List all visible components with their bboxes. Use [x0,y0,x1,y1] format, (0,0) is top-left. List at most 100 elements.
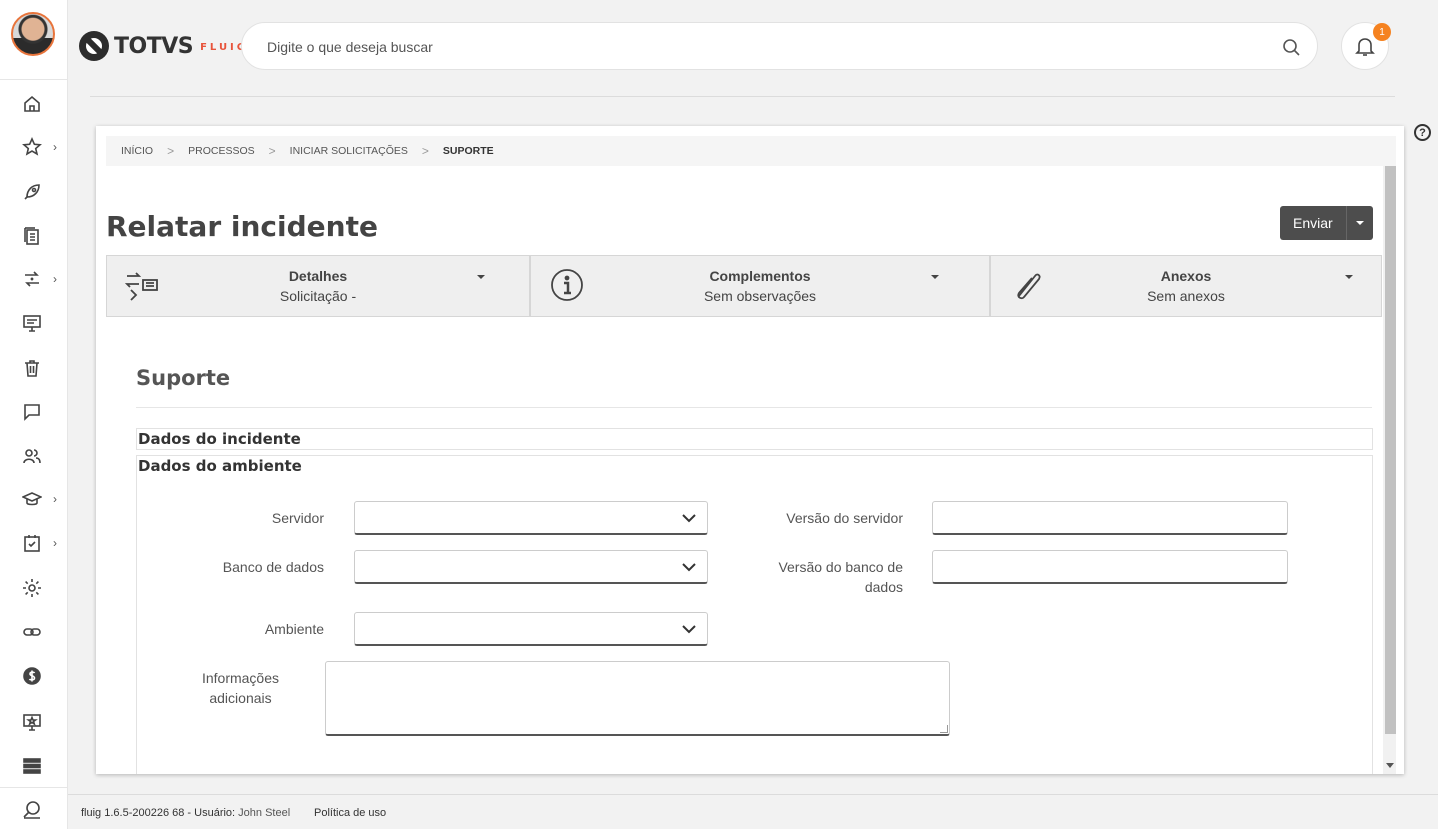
ambiente-label: Ambiente [264,621,324,637]
send-options-button[interactable] [1347,206,1373,240]
sidebar-item-workflow[interactable]: › [22,267,62,291]
form-title: Suporte [136,366,231,390]
sidebar-item-trash[interactable] [22,356,62,380]
sidebar-divider [0,787,68,788]
section-incident[interactable]: Dados do incidente [136,428,1373,450]
documents-icon [24,227,39,245]
breadcrumb-item-processos[interactable]: PROCESSOS [188,145,255,157]
monitor-icon [23,315,41,332]
versao-banco-label: Versão do banco de dados [732,557,903,597]
chevron-right-icon: › [53,536,57,550]
search-bottom-icon [23,801,40,819]
tab-title: Detalhes [288,268,348,284]
breadcrumb-item-iniciar[interactable]: INICIAR SOLICITAÇÕES [290,145,408,157]
sidebar-item-favorites[interactable]: › [22,135,62,159]
tab-subtitle: Sem observações [703,288,817,304]
chevron-right-icon: › [53,492,57,506]
screen-star-icon [23,714,41,731]
logo[interactable]: TOTVS FLUIG [79,31,248,61]
banco-dados-select[interactable] [354,550,708,584]
policy-link[interactable]: Política de uso [314,807,386,819]
link-icon [23,628,41,636]
sidebar-item-learning[interactable]: › [22,487,62,511]
send-button[interactable]: Enviar [1280,206,1347,240]
versao-servidor-field[interactable] [932,501,1288,535]
sidebar-item-finance[interactable] [22,664,62,688]
sidebar-item-settings[interactable] [22,576,62,600]
search-bar [241,22,1318,70]
avatar[interactable] [11,12,55,56]
breadcrumb-separator: > [421,144,429,158]
breadcrumb-separator: > [167,144,175,158]
sidebar-divider [0,79,68,80]
home-icon [24,95,40,112]
tab-detalhes[interactable]: Detalhes Solicitação - [106,255,530,317]
informacoes-label-line2: adicionais [209,690,272,706]
form-divider [136,407,1372,408]
tasks-icon [24,535,40,552]
versao-servidor-label: Versão do servidor [786,510,903,526]
sidebar-item-links[interactable] [22,620,62,644]
section-title: Dados do incidente [138,430,301,448]
sidebar-item-tasks[interactable]: › [22,531,62,555]
search-input[interactable] [267,36,1247,58]
footer: fluig 1.6.5-200226 68 - Usuário: John St… [68,794,1438,829]
trash-icon [25,360,39,377]
sidebar-item-screen[interactable] [22,710,62,734]
list-icon [23,758,41,774]
logo-text: TOTVS [114,33,194,59]
header-divider [90,96,1395,97]
notification-badge: 1 [1373,23,1391,41]
chevron-down-icon [682,625,696,634]
banco-dados-label: Banco de dados [222,559,324,575]
footer-user: John Steel [238,807,291,819]
chevron-down-icon [682,563,696,572]
dollar-icon [23,667,41,685]
versao-banco-label-line2: dados [864,579,903,595]
tab-title: Complementos [709,268,811,284]
sidebar-item-search[interactable] [22,798,62,822]
sidebar-item-rocket[interactable] [22,180,62,204]
rocket-icon [24,184,40,200]
process-tabs: Detalhes Solicitação - Complementos Sem … [106,255,1382,317]
servidor-select[interactable] [354,501,708,535]
informacoes-textarea[interactable] [325,661,950,736]
scroll-thumb[interactable] [1385,166,1396,734]
help-icon[interactable]: ? [1414,124,1431,141]
sidebar-item-chat[interactable] [22,400,62,424]
sidebar-item-list[interactable] [22,754,62,778]
gear-icon [23,579,41,597]
sidebar-item-monitor[interactable] [22,311,62,335]
notifications-button[interactable]: 1 [1341,22,1391,70]
bell-icon [1355,38,1375,56]
search-icon[interactable] [1281,37,1301,62]
sidebar-item-users[interactable] [22,444,62,468]
footer-version-text: fluig 1.6.5-200226 68 - Usuário: [81,807,236,819]
breadcrumb-item-inicio[interactable]: INÍCIO [121,145,153,157]
scroll-down-icon[interactable] [1386,763,1394,768]
sidebar-item-home[interactable] [22,92,62,116]
page-title: Relatar incidente [106,210,378,243]
footer-version: fluig 1.6.5-200226 68 - Usuário: John St… [81,807,290,819]
informacoes-label: Informações adicionais [186,668,295,708]
resize-handle[interactable] [940,725,948,733]
chevron-down-icon [682,514,696,523]
sidebar-item-documents[interactable] [22,224,62,248]
graduation-icon [22,492,42,506]
breadcrumb-current: SUPORTE [442,145,494,157]
chevron-right-icon: › [53,140,57,154]
ambiente-select[interactable] [354,612,708,646]
send-button-group: Enviar [1280,206,1373,240]
scrollbar[interactable] [1383,166,1396,774]
workflow-icon [25,271,39,287]
chat-icon [24,404,40,421]
sidebar: › › › › [0,0,68,829]
users-icon [23,449,41,464]
servidor-label: Servidor [271,510,324,526]
tab-subtitle: Solicitação - [279,288,357,304]
tab-anexos[interactable]: Anexos Sem anexos [990,255,1382,317]
informacoes-label-line1: Informações [201,670,280,686]
versao-banco-field[interactable] [932,550,1288,584]
tab-complementos[interactable]: Complementos Sem observações [530,255,990,317]
process-panel: INÍCIO > PROCESSOS > INICIAR SOLICITAÇÕE… [96,126,1404,774]
